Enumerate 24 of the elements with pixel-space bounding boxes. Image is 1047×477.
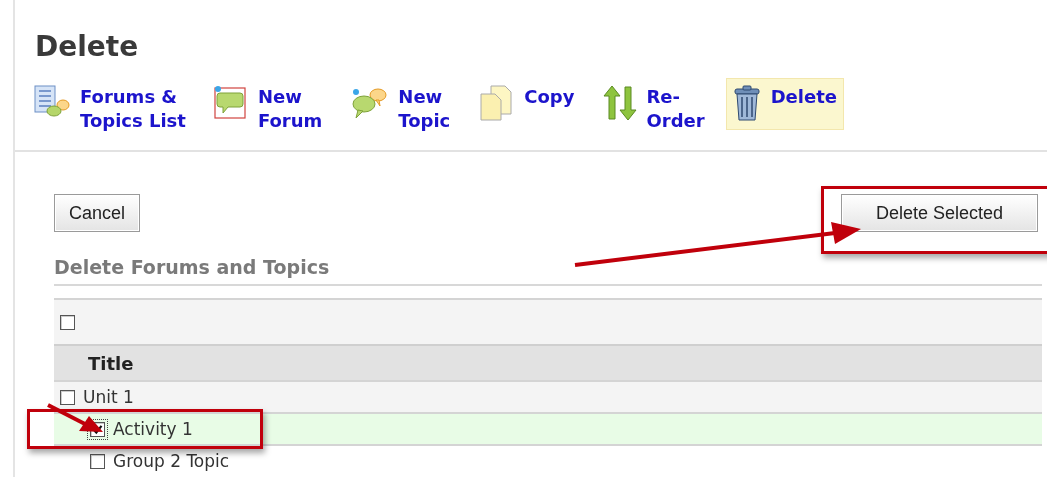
checkbox[interactable] [60, 314, 75, 330]
speech-bubble-icon [213, 85, 248, 119]
documents-icon [478, 85, 515, 121]
page-title: Delete [35, 30, 139, 64]
toolbar-link[interactable]: New Forum [206, 78, 330, 142]
checkbox[interactable] [60, 389, 75, 405]
section-heading: Delete Forums and Topics [54, 255, 330, 280]
toolbar-link[interactable]: Copy [471, 78, 582, 130]
table-cell: Unit 1 [83, 386, 134, 408]
toolbar-link[interactable]: Delete [725, 78, 844, 130]
trash-can-icon [732, 85, 761, 121]
column-header: Title [88, 352, 134, 374]
checkbox[interactable] [90, 453, 105, 469]
speech-bubbles-icon [350, 85, 389, 119]
list-with-bubbles-icon [34, 85, 70, 119]
table-cell: Group 2 Topic [113, 450, 230, 472]
pointer-arrow [47, 404, 105, 434]
toolbar-link[interactable]: New Topic [343, 78, 458, 142]
up-down-arrows-icon [602, 85, 637, 121]
delete-selected-button[interactable]: Delete Selected [840, 194, 1038, 232]
table-cell: Activity 1 [113, 418, 193, 440]
toolbar-link[interactable]: Re- Order [595, 78, 712, 142]
toolbar-link[interactable]: Forums & Topics List [27, 78, 193, 142]
cancel-button[interactable]: Cancel [54, 194, 141, 232]
